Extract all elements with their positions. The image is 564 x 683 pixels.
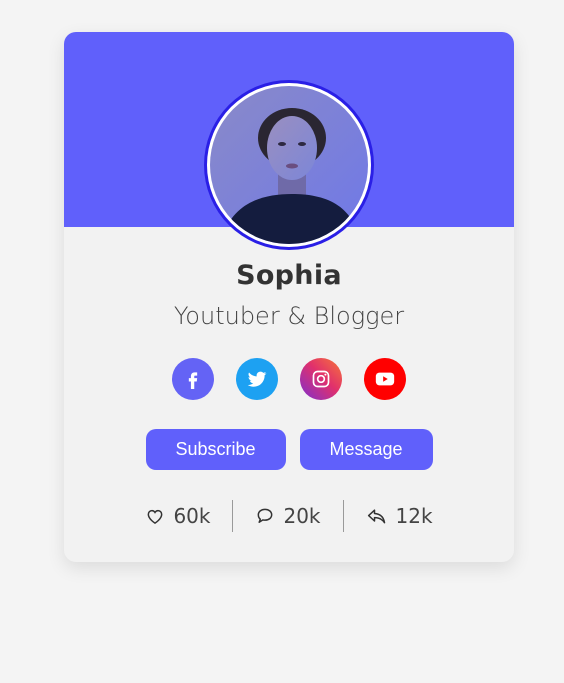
stat-divider [342,500,344,532]
youtube-icon [375,372,395,386]
action-buttons: Subscribe Message [64,429,514,470]
twitter-icon [247,371,267,387]
profile-stats: 60k 20k 12k [64,500,514,532]
avatar-photo [210,86,368,244]
comments-stat[interactable]: 20k [255,504,321,528]
shares-stat[interactable]: 12k [366,504,433,528]
youtube-link[interactable] [364,358,406,400]
share-icon [367,509,385,524]
avatar [204,80,374,250]
likes-stat[interactable]: 60k [145,504,210,528]
instagram-link[interactable] [300,358,342,400]
facebook-link[interactable] [172,358,214,400]
shares-count: 12k [395,504,433,528]
subscribe-button[interactable]: Subscribe [145,429,286,470]
profile-card: Sophia Youtuber & Blogger Subscribe Mess… [64,32,514,562]
comment-icon [258,508,273,523]
social-links [64,358,514,400]
instagram-icon [312,370,330,388]
profile-name: Sophia [236,260,342,291]
facebook-icon [188,372,198,389]
comments-count: 20k [283,504,321,528]
heart-icon [148,509,163,524]
stat-divider [232,500,234,532]
message-button[interactable]: Message [299,429,433,470]
likes-count: 60k [173,504,211,528]
twitter-link[interactable] [236,358,278,400]
profile-role: Youtuber & Blogger [173,302,405,330]
